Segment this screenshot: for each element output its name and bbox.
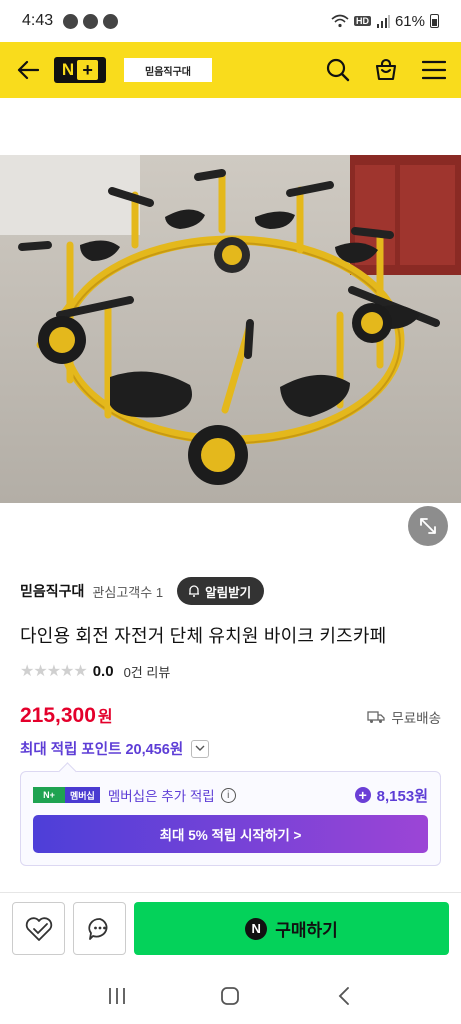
back-nav-button[interactable] — [329, 981, 359, 1011]
search-button[interactable] — [325, 57, 351, 83]
notification-icons — [63, 13, 119, 29]
membership-start-button[interactable]: 최대 5% 적립 시작하기 > — [33, 815, 428, 853]
wifi-icon — [331, 14, 349, 28]
zoom-button[interactable] — [408, 506, 448, 546]
battery-percent: 61% — [394, 12, 425, 30]
battery-icon — [430, 14, 439, 28]
membership-text: 멤버십은 추가 적립 — [107, 789, 215, 804]
expand-arrows-icon — [420, 518, 436, 534]
cart-button[interactable] — [373, 57, 399, 83]
store-row: 믿음직구대 관심고객수 1 알림받기 — [20, 576, 441, 606]
store-name[interactable]: 믿음직구대 — [20, 581, 84, 601]
naver-plus-logo[interactable]: N + — [54, 57, 106, 83]
search-icon — [326, 58, 350, 82]
membership-row: N+ 멤버십 멤버십은 추가 적립 i + 8,153원 — [33, 784, 428, 806]
chat-button[interactable] — [73, 902, 126, 955]
membership-badge-np: N+ — [33, 787, 65, 803]
points-row[interactable]: 최대 적립 포인트 20,456원 — [20, 738, 210, 759]
status-time: 4:43 — [22, 12, 54, 29]
shipping-label: 무료배송 — [391, 711, 441, 726]
truck-icon — [367, 711, 385, 723]
info-icon[interactable]: i — [220, 787, 236, 803]
extra-points-value: 8,153원 — [376, 787, 428, 805]
chat-bubble-icon — [87, 917, 107, 940]
membership-badge-label: 멤버십 — [65, 787, 100, 803]
status-right: HD 61% — [331, 13, 439, 30]
rating-stars: ★★★★★ — [20, 663, 88, 680]
buy-button[interactable]: N 구매하기 — [134, 902, 449, 955]
plus-circle-icon: + — [354, 787, 371, 803]
shipping-info: 무료배송 — [367, 707, 441, 727]
product-title: 다인용 회전 자전거 단체 유치원 바이크 키즈카페 — [20, 626, 387, 646]
logo-plus: + — [77, 60, 99, 80]
store-chip[interactable]: 믿음직구대 — [124, 58, 212, 82]
logo-n: N — [61, 60, 75, 79]
home-button[interactable] — [215, 981, 245, 1011]
rating-score: 0.0 — [92, 662, 114, 680]
price: 215,300 원 — [20, 703, 113, 728]
buy-label: 구매하기 — [275, 921, 338, 940]
points-text: 최대 적립 포인트 20,456원 — [20, 742, 184, 758]
extra-points: + 8,153원 — [354, 785, 428, 806]
product-photo-illustration — [0, 155, 461, 503]
product-image[interactable] — [0, 155, 461, 503]
recent-apps-button[interactable] — [102, 981, 132, 1011]
follower-count: 관심고객수 1 — [92, 584, 164, 600]
mail-icon — [103, 13, 119, 29]
app-header: N + 믿음직구대 — [0, 42, 461, 98]
notify-button[interactable]: 알림받기 — [177, 577, 265, 605]
menu-button[interactable] — [421, 57, 447, 83]
signal-icon — [376, 14, 390, 28]
price-amount: 215,300 — [20, 704, 96, 727]
price-unit: 원 — [97, 709, 113, 726]
bottom-action-bar: N 구매하기 — [12, 902, 449, 956]
chevron-down-icon — [191, 739, 210, 758]
talk-icon — [83, 13, 99, 29]
heart-check-icon — [25, 916, 52, 941]
chevron-left-icon — [338, 987, 350, 1005]
header-actions — [325, 57, 447, 83]
review-count: 0건 리뷰 — [123, 664, 171, 680]
rating-row[interactable]: ★★★★★ 0.0 0건 리뷰 — [20, 661, 170, 681]
shopping-bag-icon — [375, 58, 397, 81]
naver-n-icon: N — [245, 917, 268, 940]
hd-voice-icon: HD — [353, 16, 371, 26]
bell-plus-icon — [189, 585, 200, 597]
recent-apps-icon — [108, 988, 125, 1004]
divider — [0, 892, 461, 893]
membership-box: N+ 멤버십 멤버십은 추가 적립 i + 8,153원 최대 5% 적립 시작… — [20, 771, 441, 866]
home-icon — [221, 987, 240, 1005]
notify-label: 알림받기 — [205, 585, 252, 600]
notification-icon — [63, 13, 79, 29]
back-button[interactable] — [14, 56, 42, 84]
wishlist-button[interactable] — [12, 902, 65, 955]
hamburger-menu-icon — [422, 60, 446, 80]
system-nav-bar — [0, 968, 461, 1024]
arrow-left-icon — [17, 60, 39, 80]
membership-badge: N+ 멤버십 — [33, 787, 100, 803]
status-bar: 4:43 HD 61% — [0, 0, 461, 42]
